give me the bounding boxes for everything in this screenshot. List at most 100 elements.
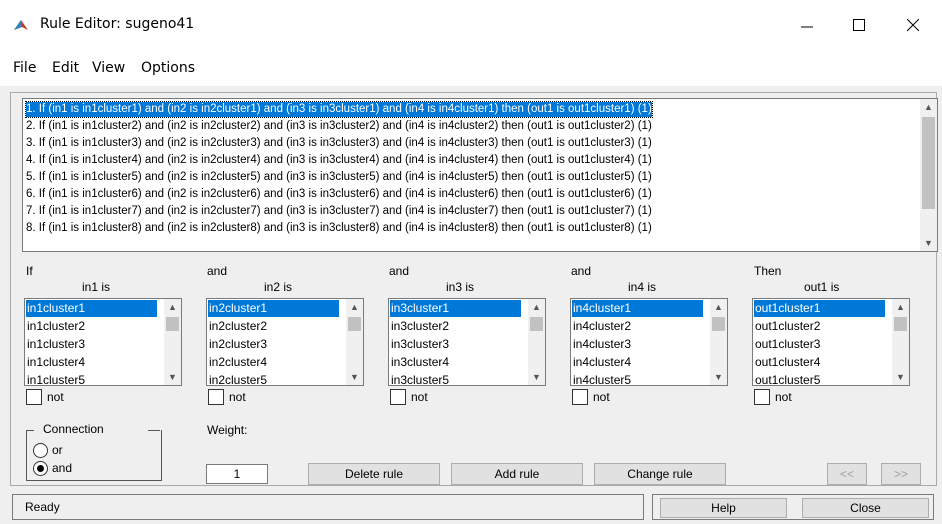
list-item[interactable]: in2cluster2 (208, 318, 339, 335)
rule-row[interactable]: 1. If (in1 is in1cluster1) and (in2 is i… (25, 101, 653, 118)
not-label: not (593, 390, 610, 404)
weight-input[interactable]: 1 (206, 464, 268, 484)
list-item[interactable]: out1cluster5 (754, 372, 885, 385)
scroll-up-icon[interactable]: ▲ (164, 299, 181, 315)
output1-not-checkbox[interactable] (754, 389, 770, 405)
input3-mf-list[interactable]: in3cluster1 in3cluster2 in3cluster3 in3c… (388, 298, 546, 386)
connector-label-and: and (571, 264, 592, 278)
input4-mf-list[interactable]: in4cluster1 in4cluster2 in4cluster3 in4c… (570, 298, 728, 386)
scrollbar-thumb[interactable] (922, 117, 935, 209)
list-item[interactable]: in1cluster5 (26, 372, 157, 385)
minimize-icon (801, 26, 813, 28)
list-item[interactable]: in1cluster3 (26, 336, 157, 353)
rule-list[interactable]: 1. If (in1 is in1cluster1) and (in2 is i… (22, 98, 938, 252)
input1-mf-list[interactable]: in1cluster1 in1cluster2 in1cluster3 in1c… (24, 298, 182, 386)
rule-row[interactable]: 6. If (in1 is in1cluster6) and (in2 is i… (26, 187, 652, 202)
menu-options[interactable]: Options (141, 60, 195, 76)
list-scrollbar[interactable]: ▲ ▼ (710, 299, 727, 385)
list-item[interactable]: in2cluster4 (208, 354, 339, 371)
scrollbar-thumb[interactable] (712, 317, 725, 331)
connector-label-and: and (389, 264, 410, 278)
output1-mf-list[interactable]: out1cluster1 out1cluster2 out1cluster3 o… (752, 298, 910, 386)
list-scrollbar[interactable]: ▲ ▼ (528, 299, 545, 385)
input1-label: in1 is (82, 280, 111, 294)
list-item[interactable]: in4cluster2 (572, 318, 703, 335)
scroll-down-icon[interactable]: ▼ (164, 369, 181, 385)
connector-label-and: and (207, 264, 228, 278)
list-item[interactable]: in4cluster4 (572, 354, 703, 371)
list-item[interactable]: in2cluster5 (208, 372, 339, 385)
list-item[interactable]: in4cluster1 (572, 300, 703, 317)
list-item[interactable]: out1cluster4 (754, 354, 885, 371)
connection-label: Connection (43, 422, 104, 436)
scrollbar-thumb[interactable] (530, 317, 543, 331)
or-label: or (52, 443, 63, 457)
list-item[interactable]: in2cluster3 (208, 336, 339, 353)
rule-row[interactable]: 2. If (in1 is in1cluster2) and (in2 is i… (26, 119, 652, 134)
add-rule-button[interactable]: Add rule (451, 463, 583, 485)
input1-not-checkbox[interactable] (26, 389, 42, 405)
weight-label: Weight: (207, 423, 248, 437)
scroll-down-icon[interactable]: ▼ (892, 369, 909, 385)
list-item[interactable]: in1cluster4 (26, 354, 157, 371)
list-item[interactable]: in2cluster1 (208, 300, 339, 317)
input2-not-checkbox[interactable] (208, 389, 224, 405)
list-item[interactable]: in3cluster4 (390, 354, 521, 371)
rule-row[interactable]: 5. If (in1 is in1cluster5) and (in2 is i… (26, 170, 652, 185)
scroll-down-icon[interactable]: ▼ (920, 235, 937, 251)
scroll-up-icon[interactable]: ▲ (710, 299, 727, 315)
not-label: not (411, 390, 428, 404)
not-label: not (775, 390, 792, 404)
list-item[interactable]: out1cluster1 (754, 300, 885, 317)
list-item[interactable]: in4cluster5 (572, 372, 703, 385)
scroll-down-icon[interactable]: ▼ (528, 369, 545, 385)
scroll-up-icon[interactable]: ▲ (346, 299, 363, 315)
close-window-button[interactable] (890, 8, 936, 42)
input4-not-checkbox[interactable] (572, 389, 588, 405)
input3-not-checkbox[interactable] (390, 389, 406, 405)
maximize-button[interactable] (836, 8, 882, 42)
list-item[interactable]: out1cluster2 (754, 318, 885, 335)
scrollbar-thumb[interactable] (894, 317, 907, 331)
previous-rule-button[interactable]: << (827, 463, 867, 485)
minimize-button[interactable] (784, 8, 830, 42)
connection-and-radio[interactable] (33, 461, 48, 476)
list-item[interactable]: in3cluster5 (390, 372, 521, 385)
rule-row[interactable]: 4. If (in1 is in1cluster4) and (in2 is i… (26, 153, 652, 168)
help-button[interactable]: Help (660, 498, 787, 518)
menu-file[interactable]: File (13, 60, 36, 76)
list-item[interactable]: in4cluster3 (572, 336, 703, 353)
scrollbar-thumb[interactable] (348, 317, 361, 331)
menu-bar: File Edit View Options (0, 54, 942, 80)
input2-mf-list[interactable]: in2cluster1 in2cluster2 in2cluster3 in2c… (206, 298, 364, 386)
change-rule-button[interactable]: Change rule (594, 463, 726, 485)
list-scrollbar[interactable]: ▲ ▼ (346, 299, 363, 385)
list-item[interactable]: out1cluster3 (754, 336, 885, 353)
window-title: Rule Editor: sugeno41 (40, 16, 195, 32)
menu-edit[interactable]: Edit (52, 60, 79, 76)
scrollbar-thumb[interactable] (166, 317, 179, 331)
menu-view[interactable]: View (92, 60, 125, 76)
scroll-down-icon[interactable]: ▼ (710, 369, 727, 385)
rule-row[interactable]: 3. If (in1 is in1cluster3) and (in2 is i… (26, 136, 652, 151)
rule-row[interactable]: 7. If (in1 is in1cluster7) and (in2 is i… (26, 204, 652, 219)
list-item[interactable]: in3cluster3 (390, 336, 521, 353)
list-item[interactable]: in1cluster2 (26, 318, 157, 335)
list-item[interactable]: in3cluster1 (390, 300, 521, 317)
input3-label: in3 is (446, 280, 475, 294)
close-button[interactable]: Close (802, 498, 929, 518)
delete-rule-button[interactable]: Delete rule (308, 463, 440, 485)
connection-or-radio[interactable] (33, 443, 48, 458)
list-item[interactable]: in3cluster2 (390, 318, 521, 335)
rule-row[interactable]: 8. If (in1 is in1cluster8) and (in2 is i… (26, 221, 652, 236)
scroll-up-icon[interactable]: ▲ (920, 99, 937, 115)
scroll-up-icon[interactable]: ▲ (892, 299, 909, 315)
scroll-up-icon[interactable]: ▲ (528, 299, 545, 315)
list-scrollbar[interactable]: ▲ ▼ (164, 299, 181, 385)
scroll-down-icon[interactable]: ▼ (346, 369, 363, 385)
rule-list-scrollbar[interactable]: ▲ ▼ (920, 99, 937, 251)
next-rule-button[interactable]: >> (881, 463, 921, 485)
input4-label: in4 is (628, 280, 657, 294)
list-item[interactable]: in1cluster1 (26, 300, 157, 317)
list-scrollbar[interactable]: ▲ ▼ (892, 299, 909, 385)
